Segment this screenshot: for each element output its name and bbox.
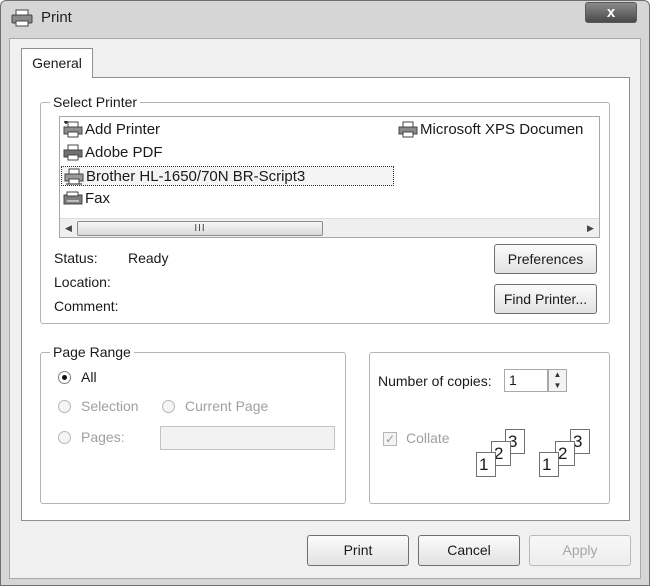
copies-spinner[interactable]: ▲ ▼: [548, 369, 567, 392]
spin-down-icon[interactable]: ▼: [549, 381, 566, 392]
printer-label: Adobe PDF: [85, 144, 163, 161]
printer-list[interactable]: Add Printer Adobe PDF Brother HL-1650/70…: [59, 116, 600, 238]
selection-label[interactable]: Selection: [81, 398, 139, 414]
fax-icon: [63, 191, 83, 205]
current-page-label[interactable]: Current Page: [185, 398, 268, 414]
printer-item-fax[interactable]: Fax: [61, 189, 261, 209]
copies-label: Number of copies:: [378, 373, 492, 389]
printer-label: Microsoft XPS Documen: [420, 121, 584, 138]
status-label: Status:: [54, 250, 98, 266]
scroll-left-arrow-icon[interactable]: ◀: [60, 219, 77, 238]
collate-page: 1: [476, 452, 496, 477]
printer-label: Add Printer: [85, 121, 161, 138]
collate-illustration: 3 2 1 3 2 1: [471, 429, 601, 485]
add-printer-icon: [63, 121, 83, 138]
printer-icon: [63, 144, 83, 161]
select-printer-legend: Select Printer: [50, 94, 141, 110]
pages-label[interactable]: Pages:: [81, 429, 125, 445]
collate-checkbox[interactable]: ✓: [383, 432, 397, 446]
copies-input[interactable]: 1: [504, 369, 548, 392]
current-page-radio[interactable]: [162, 400, 175, 413]
spin-up-icon[interactable]: ▲: [549, 370, 566, 381]
title-bar[interactable]: Print x: [1, 1, 649, 35]
all-radio[interactable]: [58, 371, 71, 384]
horizontal-scrollbar[interactable]: ◀ III ▶: [60, 218, 599, 237]
find-printer-button[interactable]: Find Printer...: [494, 284, 597, 314]
apply-button[interactable]: Apply: [529, 535, 631, 566]
window-title: Print: [41, 9, 72, 26]
all-label[interactable]: All: [81, 369, 97, 385]
cancel-button[interactable]: Cancel: [418, 535, 520, 566]
scroll-right-arrow-icon[interactable]: ▶: [582, 219, 599, 238]
close-button[interactable]: x: [585, 2, 637, 23]
status-value: Ready: [128, 250, 169, 266]
page-range-legend: Page Range: [50, 344, 134, 360]
printer-item-adobe-pdf[interactable]: Adobe PDF: [61, 143, 261, 163]
printer-label: Fax: [85, 190, 111, 207]
printer-item-add-printer[interactable]: Add Printer: [61, 120, 261, 140]
comment-label: Comment:: [54, 298, 119, 314]
printer-icon: [398, 121, 418, 138]
print-button[interactable]: Print: [307, 535, 409, 566]
pages-radio[interactable]: [58, 431, 71, 444]
scroll-thumb[interactable]: III: [77, 221, 323, 236]
print-dialog: Print x General Select Printer Add Print…: [0, 0, 650, 586]
collate-label[interactable]: Collate: [406, 430, 450, 446]
location-label: Location:: [54, 274, 111, 290]
printer-icon: [11, 9, 33, 27]
pages-input[interactable]: [160, 426, 335, 450]
printer-item-brother[interactable]: Brother HL-1650/70N BR-Script3: [61, 166, 394, 186]
collate-page: 1: [539, 452, 559, 477]
network-printer-icon: [64, 168, 84, 185]
close-icon: x: [606, 4, 616, 21]
tab-general[interactable]: General: [21, 48, 93, 78]
printer-label: Brother HL-1650/70N BR-Script3: [86, 168, 306, 185]
printer-item-microsoft-xps[interactable]: Microsoft XPS Documen: [396, 120, 601, 140]
selection-radio[interactable]: [58, 400, 71, 413]
preferences-button[interactable]: Preferences: [494, 244, 597, 274]
